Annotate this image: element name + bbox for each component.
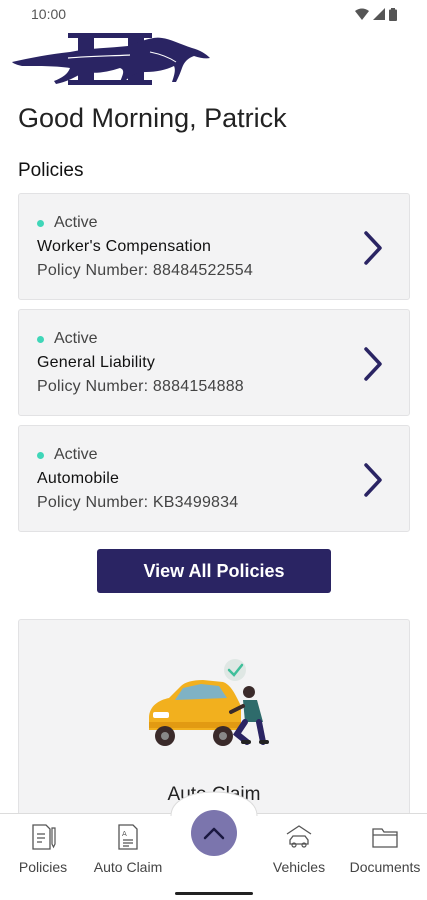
policy-number: Policy Number: 88484522554: [37, 262, 254, 279]
policy-status-label: Active: [54, 446, 98, 463]
expand-menu-button[interactable]: [191, 810, 237, 856]
chevron-right-icon[interactable]: [361, 346, 385, 382]
nav-label: Auto Claim: [93, 859, 163, 875]
chevron-right-icon[interactable]: [361, 462, 385, 498]
nav-item-documents[interactable]: Documents: [345, 822, 425, 875]
company-logo: [12, 33, 210, 85]
active-status-dot: [37, 451, 44, 459]
status-icons: [355, 7, 397, 21]
chevron-up-icon: [203, 827, 225, 840]
policy-status-label: Active: [54, 214, 98, 231]
view-all-policies-button[interactable]: View All Policies: [97, 549, 331, 593]
nav-item-vehicles[interactable]: Vehicles: [259, 822, 339, 875]
nav-label: Vehicles: [272, 859, 326, 875]
nav-label: Documents: [349, 859, 421, 875]
folder-icon: [372, 828, 398, 848]
document-pen-icon: [32, 824, 56, 850]
wifi-icon: [355, 8, 369, 20]
policy-number: Policy Number: KB3499834: [37, 494, 239, 511]
greeting-title: Good Morning, Patrick: [18, 103, 287, 133]
nav-item-policies[interactable]: Policies: [3, 822, 83, 875]
battery-icon: [389, 7, 397, 21]
claim-form-icon: A: [118, 824, 138, 850]
policy-status-label: Active: [54, 330, 98, 347]
policy-status: Active: [37, 446, 98, 464]
policies-section-title: Policies: [18, 160, 84, 181]
policy-status: Active: [37, 214, 98, 232]
policy-card-automobile[interactable]: Active Automobile Policy Number: KB34998…: [18, 425, 410, 532]
nav-label: Policies: [18, 859, 68, 875]
policy-name: Worker's Compensation: [37, 238, 212, 255]
policy-number: Policy Number: 8884154888: [37, 378, 244, 395]
bottom-navigation: Policies A Auto Claim Vehicles Documents: [0, 791, 427, 900]
policy-name: General Liability: [37, 354, 156, 371]
status-time: 10:00: [31, 6, 67, 22]
auto-claim-card[interactable]: Auto Claim: [18, 619, 410, 819]
policy-name: Automobile: [37, 470, 120, 487]
active-status-dot: [37, 335, 44, 343]
svg-text:A: A: [122, 830, 127, 838]
active-status-dot: [37, 219, 44, 227]
car-garage-icon: [286, 825, 312, 848]
policy-card-general-liability[interactable]: Active General Liability Policy Number: …: [18, 309, 410, 416]
status-bar: 10:00: [0, 0, 427, 28]
chevron-right-icon[interactable]: [361, 230, 385, 266]
policy-card-workers-compensation[interactable]: Active Worker's Compensation Policy Numb…: [18, 193, 410, 300]
home-indicator[interactable]: [175, 892, 253, 895]
nav-item-auto-claim[interactable]: A Auto Claim: [88, 822, 168, 875]
signal-icon: [373, 8, 385, 20]
policy-status: Active: [37, 330, 98, 348]
car-repair-illustration: [149, 659, 269, 746]
